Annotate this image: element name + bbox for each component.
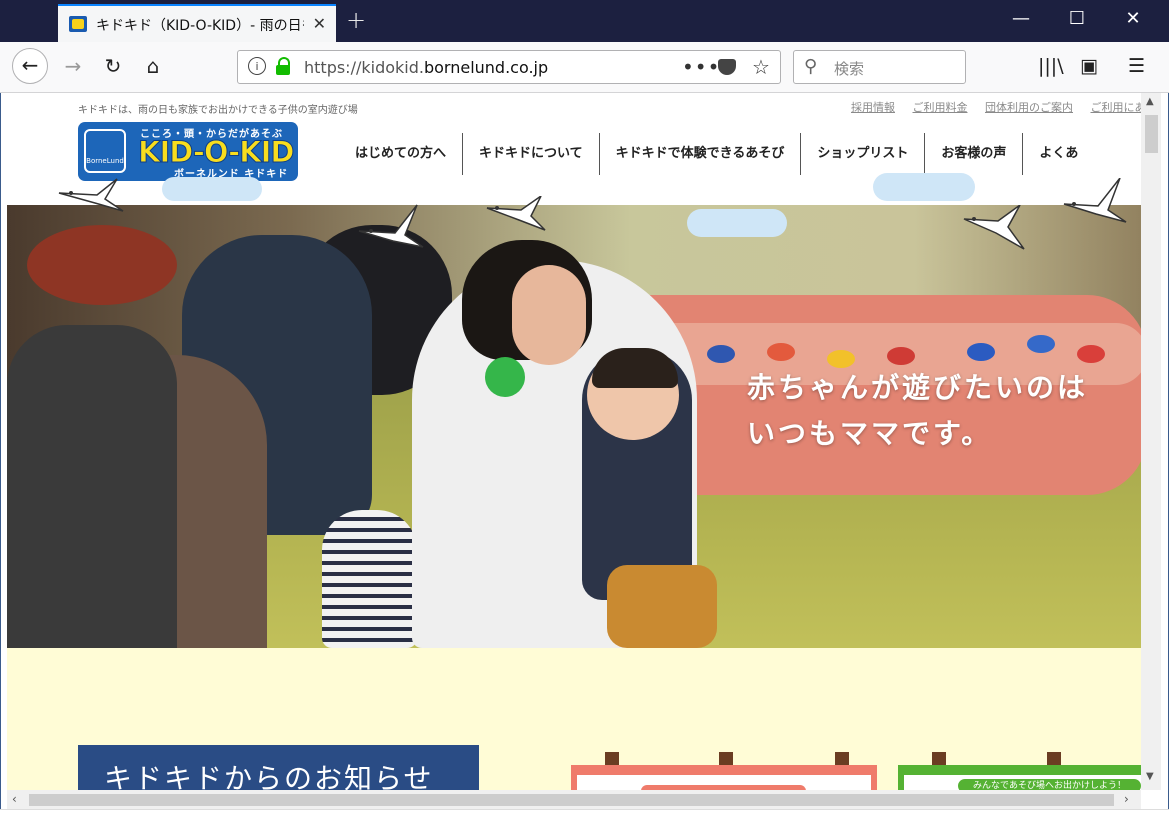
- ball: [967, 343, 995, 361]
- utility-links: 採用情報 ご利用料金 団体利用のご案内 ご利用にあ: [851, 99, 1141, 115]
- site-header: キドキドは、雨の日も家族でお出かけできる子供の室内遊び場 採用情報 ご利用料金 …: [7, 93, 1141, 205]
- child: [322, 510, 417, 648]
- sign-post: [605, 752, 619, 766]
- ball: [1027, 335, 1055, 353]
- info-board-label: みんなであそび場へお出かけしよう！: [958, 779, 1141, 790]
- page-actions-icon[interactable]: •••: [682, 55, 720, 79]
- sign-post: [1047, 752, 1061, 766]
- new-tab-button[interactable]: +: [346, 6, 366, 34]
- mother-face: [512, 265, 586, 365]
- bead-maze-toy: [27, 225, 177, 305]
- nav-faq[interactable]: よくあ: [1023, 133, 1094, 175]
- link-group-use[interactable]: 団体利用のご案内: [985, 101, 1073, 114]
- lock-icon: [276, 57, 290, 75]
- window-close-button[interactable]: ✕: [1113, 8, 1153, 29]
- nav-about[interactable]: キドキドについて: [463, 133, 600, 175]
- sidebar-icon[interactable]: ▣: [1080, 55, 1098, 77]
- forward-button[interactable]: →: [60, 54, 86, 78]
- nav-play[interactable]: キドキドで体験できるあそび: [600, 133, 802, 175]
- seagull-icon: [963, 205, 1025, 250]
- seagull-icon: [1063, 178, 1127, 223]
- cloud-decoration: [162, 177, 262, 201]
- minimize-button[interactable]: —: [1001, 8, 1041, 29]
- sign-post: [932, 752, 946, 766]
- ball: [707, 345, 735, 363]
- news-heading: キドキドからのお知らせ: [104, 762, 434, 790]
- ball: [887, 347, 915, 365]
- scroll-up-icon[interactable]: ▲: [1146, 96, 1154, 107]
- tab-title: キドキド（KID-O-KID）- 雨の日も: [96, 18, 304, 34]
- menu-icon[interactable]: ☰: [1128, 55, 1145, 77]
- site-info-icon[interactable]: i: [248, 57, 266, 75]
- cloud-decoration: [687, 209, 787, 237]
- nav-first-visit[interactable]: はじめての方へ: [339, 133, 464, 175]
- favicon-icon: [69, 16, 87, 32]
- search-icon: ⚲: [804, 56, 818, 77]
- ball: [767, 343, 795, 361]
- title-bar: キドキド（KID-O-KID）- 雨の日も ✕ + — ☐ ✕: [0, 0, 1169, 42]
- scroll-right-icon[interactable]: ›: [1124, 792, 1129, 806]
- news-heading-banner: キドキドからのお知らせ: [78, 745, 479, 790]
- url-bar[interactable]: i https://kidokid.bornelund.co.jp ••• ☆: [237, 50, 781, 84]
- home-button[interactable]: ⌂: [140, 54, 166, 78]
- global-nav: はじめての方へ キドキドについて キドキドで体験できるあそび ショップリスト お…: [339, 133, 1094, 175]
- baby-hair: [592, 348, 678, 388]
- bookmark-star-icon[interactable]: ☆: [752, 55, 770, 79]
- link-usage[interactable]: ご利用にあ: [1091, 101, 1142, 114]
- pocket-icon[interactable]: [718, 59, 736, 75]
- url-text[interactable]: https://kidokid.bornelund.co.jp: [304, 58, 548, 77]
- logo-wordmark: KID-O-KID: [137, 135, 294, 170]
- hero-catchphrase: 赤ちゃんが遊びたいのは いつもママです。: [747, 365, 1088, 457]
- catch-line-1: 赤ちゃんが遊びたいのは: [747, 371, 1089, 404]
- vertical-scrollbar[interactable]: ▲ ▼: [1141, 93, 1161, 790]
- seagull-icon: [358, 204, 424, 248]
- horizontal-scrollbar[interactable]: ‹ ›: [7, 790, 1141, 809]
- browser-window: キドキド（KID-O-KID）- 雨の日も ✕ + — ☐ ✕ ← → ↻ ⌂ …: [0, 0, 1169, 817]
- url-prefix: https://kidokid.: [304, 58, 424, 77]
- cloud-decoration: [873, 173, 975, 201]
- scroll-down-icon[interactable]: ▼: [1146, 771, 1154, 782]
- window-bottom-edge: [0, 809, 1169, 817]
- browser-tab[interactable]: キドキド（KID-O-KID）- 雨の日も ✕: [58, 4, 336, 42]
- catch-line-2: いつもママです。: [747, 417, 993, 450]
- bornelund-logo: BorneLund: [84, 129, 126, 173]
- url-domain: bornelund.co.jp: [423, 58, 549, 77]
- seagull-icon: [58, 178, 124, 212]
- sign-post: [719, 752, 733, 766]
- reload-button[interactable]: ↻: [100, 54, 126, 78]
- scroll-thumb[interactable]: [29, 794, 1114, 806]
- link-recruit[interactable]: 採用情報: [851, 101, 895, 114]
- nav-shop-list[interactable]: ショップリスト: [801, 133, 926, 175]
- back-button[interactable]: ←: [12, 48, 48, 84]
- green-ball: [485, 357, 525, 397]
- baby-pants: [607, 565, 717, 648]
- ball: [1077, 345, 1105, 363]
- hero-image: 赤ちゃんが遊びたいのは いつもママです。: [7, 205, 1141, 648]
- maximize-button[interactable]: ☐: [1057, 8, 1097, 29]
- site-logo[interactable]: BorneLund こころ・頭・からだがあそぶ KID-O-KID ボーネルンド…: [78, 122, 298, 181]
- person: [7, 325, 177, 648]
- scroll-thumb[interactable]: [1145, 115, 1158, 153]
- info-board[interactable]: [571, 765, 877, 790]
- navigation-toolbar: ← → ↻ ⌂ i https://kidokid.bornelund.co.j…: [0, 42, 1169, 93]
- tab-close-icon[interactable]: ✕: [313, 14, 326, 33]
- search-input[interactable]: ⚲ 検索: [793, 50, 966, 84]
- scroll-left-icon[interactable]: ‹: [12, 792, 17, 806]
- info-board-green[interactable]: みんなであそび場へお出かけしよう！: [898, 765, 1141, 790]
- nav-voices[interactable]: お客様の声: [925, 133, 1024, 175]
- seagull-icon: [486, 196, 546, 231]
- site-tagline: キドキドは、雨の日も家族でお出かけできる子供の室内遊び場: [78, 105, 358, 116]
- link-pricing[interactable]: ご利用料金: [913, 101, 968, 114]
- page-content: キドキドは、雨の日も家族でお出かけできる子供の室内遊び場 採用情報 ご利用料金 …: [7, 93, 1141, 790]
- sign-post: [835, 752, 849, 766]
- search-placeholder: 検索: [834, 60, 865, 78]
- library-icon[interactable]: |||\: [1038, 55, 1064, 77]
